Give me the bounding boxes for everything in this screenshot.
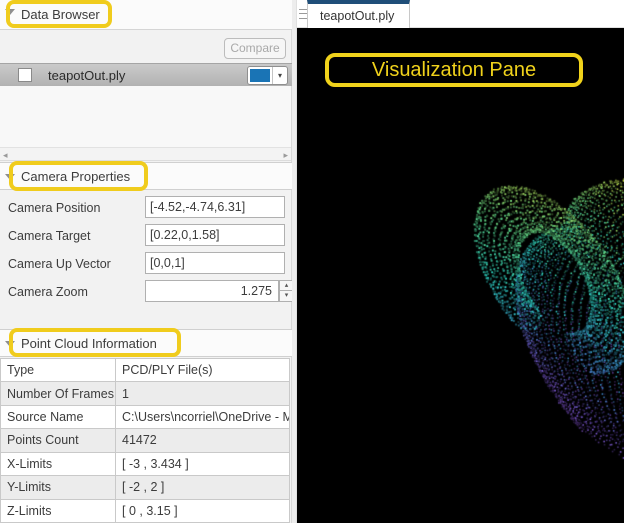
file-checkbox[interactable]: [18, 68, 32, 82]
info-value: 41472: [116, 429, 290, 452]
table-row: X-Limits [ -3 , 3.434 ]: [1, 452, 290, 475]
collapse-chevron-icon[interactable]: [5, 174, 15, 180]
scroll-right-icon[interactable]: ▸: [283, 149, 288, 161]
camera-position-label: Camera Position: [8, 201, 100, 215]
table-row: Source Name C:\Users\ncorriel\OneDrive -…: [1, 405, 290, 428]
file-name-label: teapotOut.ply: [48, 68, 125, 83]
point-cloud-info-title: Point Cloud Information: [21, 336, 157, 351]
info-key: X-Limits: [1, 452, 116, 475]
point-cloud-info-table: Type PCD/PLY File(s) Number Of Frames 1 …: [0, 358, 290, 523]
color-dropdown-button[interactable]: ▾: [247, 66, 288, 85]
info-value: C:\Users\ncorriel\OneDrive - Ma: [116, 405, 290, 428]
camera-up-vector-label: Camera Up Vector: [8, 257, 111, 271]
data-browser-title: Data Browser: [21, 7, 100, 22]
point-cloud-info-header: Point Cloud Information: [0, 329, 292, 357]
info-value: [ 0 , 3.15 ]: [116, 499, 290, 522]
color-swatch: [250, 69, 270, 82]
info-key: Y-Limits: [1, 476, 116, 499]
camera-zoom-row: Camera Zoom ▴ ▾: [0, 280, 292, 308]
file-list-row[interactable]: teapotOut.ply ▾: [0, 63, 292, 86]
tab-teapotout[interactable]: teapotOut.ply: [307, 0, 410, 28]
camera-target-field[interactable]: [145, 224, 285, 246]
info-key: Number Of Frames: [1, 382, 116, 405]
point-cloud-canvas[interactable]: [297, 28, 624, 523]
camera-properties-header: Camera Properties: [0, 162, 292, 190]
horizontal-scrollbar[interactable]: ◂ ▸: [0, 147, 291, 161]
tab-bar: teapotOut.ply: [297, 0, 624, 28]
table-row: Points Count 41472: [1, 429, 290, 452]
data-browser-header: Data Browser: [0, 0, 292, 30]
camera-target-label: Camera Target: [8, 229, 90, 243]
info-value: [ -2 , 2 ]: [116, 476, 290, 499]
table-row: Z-Limits [ 0 , 3.15 ]: [1, 499, 290, 522]
drag-grip-icon[interactable]: [299, 9, 307, 19]
camera-up-vector-row: Camera Up Vector: [0, 252, 292, 280]
point-cloud-viewport[interactable]: [297, 28, 624, 523]
camera-zoom-label: Camera Zoom: [8, 285, 88, 299]
collapse-chevron-icon[interactable]: [5, 341, 15, 347]
info-key: Type: [1, 359, 116, 382]
compare-button[interactable]: Compare: [224, 38, 286, 59]
data-browser-panel: Data Browser Compare teapotOut.ply ▾ ◂ ▸…: [0, 0, 292, 523]
file-list-empty-area: [0, 86, 291, 147]
camera-up-vector-field[interactable]: [145, 252, 285, 274]
visualization-pane-callout: Visualization Pane: [325, 53, 583, 87]
camera-target-row: Camera Target: [0, 224, 292, 252]
table-row: Number Of Frames 1: [1, 382, 290, 405]
chevron-down-icon[interactable]: ▾: [272, 67, 287, 84]
table-row: Y-Limits [ -2 , 2 ]: [1, 476, 290, 499]
camera-properties-title: Camera Properties: [21, 169, 130, 184]
camera-position-field[interactable]: [145, 196, 285, 218]
scroll-left-icon[interactable]: ◂: [3, 149, 8, 161]
collapse-chevron-icon[interactable]: [5, 9, 15, 15]
table-row: Type PCD/PLY File(s): [1, 359, 290, 382]
camera-position-row: Camera Position: [0, 196, 292, 224]
info-value: PCD/PLY File(s): [116, 359, 290, 382]
info-value: 1: [116, 382, 290, 405]
info-key: Source Name: [1, 405, 116, 428]
info-key: Z-Limits: [1, 499, 116, 522]
info-key: Points Count: [1, 429, 116, 452]
app-window: Data Browser Compare teapotOut.ply ▾ ◂ ▸…: [0, 0, 624, 523]
camera-zoom-field[interactable]: [145, 280, 279, 302]
info-value: [ -3 , 3.434 ]: [116, 452, 290, 475]
